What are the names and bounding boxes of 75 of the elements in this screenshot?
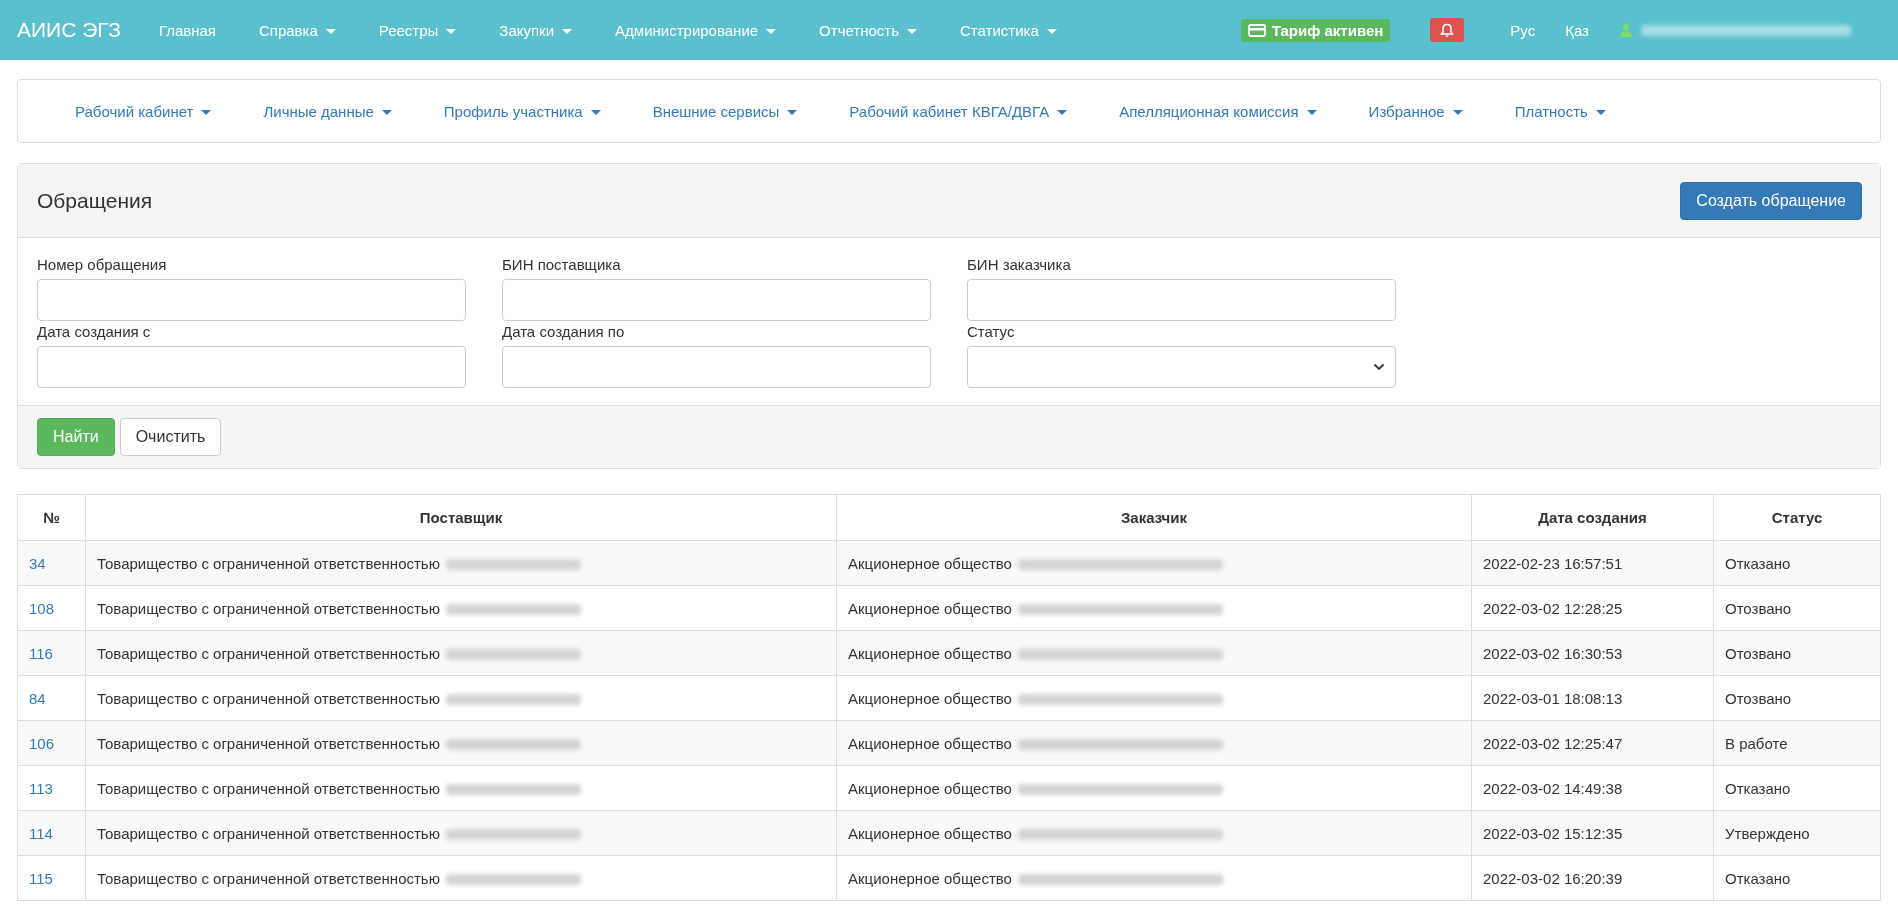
subnav-menu-item[interactable]: Внешние сервисы bbox=[652, 102, 798, 120]
subnav-menu-item[interactable]: Рабочий кабинет bbox=[75, 102, 212, 120]
table-cell: Товарищество с ограниченной ответственностью bbox=[97, 869, 440, 887]
user-icon bbox=[1619, 23, 1633, 37]
request-number-link[interactable]: 106 bbox=[29, 734, 55, 752]
panel-title: Обращения bbox=[37, 188, 153, 213]
table-cell: Товарищество с ограниченной ответственностью bbox=[97, 554, 440, 572]
subnav-menu-item[interactable]: Личные данные bbox=[263, 102, 392, 120]
table-cell: Акционерное общество bbox=[848, 869, 1012, 887]
table-cell: Отозвано bbox=[1725, 689, 1792, 707]
subnav-menu-item[interactable]: Избранное bbox=[1368, 102, 1463, 120]
request-number-link[interactable]: 84 bbox=[29, 689, 46, 707]
table-cell: Утверждено bbox=[1725, 824, 1810, 842]
table-cell: Товарищество с ограниченной ответственностью bbox=[97, 779, 440, 797]
table-cell: Товарищество с ограниченной ответственностью bbox=[97, 689, 440, 707]
table-cell: Отозвано bbox=[1725, 644, 1792, 662]
request-number-link[interactable]: 115 bbox=[29, 869, 53, 887]
chevron-down-icon bbox=[1373, 363, 1385, 371]
clear-button[interactable]: Очистить bbox=[119, 418, 222, 456]
column-header: Статус bbox=[1713, 494, 1881, 541]
column-header: Дата создания bbox=[1471, 494, 1714, 541]
status-select[interactable] bbox=[967, 346, 1396, 388]
table-cell: 2022-02-23 16:57:51 bbox=[1483, 554, 1623, 572]
subnav-menu-item[interactable]: Платность bbox=[1514, 102, 1606, 120]
field-label: БИН поставщика bbox=[502, 256, 622, 273]
field-label: БИН заказчика bbox=[967, 256, 1072, 273]
request-number-link[interactable]: 113 bbox=[29, 779, 53, 797]
request-number-link[interactable]: 34 bbox=[29, 554, 46, 572]
field-label: Дата создания по bbox=[502, 323, 626, 340]
table-cell: Акционерное общество bbox=[848, 599, 1012, 617]
input-field[interactable] bbox=[502, 346, 931, 388]
table-cell: Акционерное общество bbox=[848, 824, 1012, 842]
field-label: Номер обращения bbox=[37, 256, 168, 273]
request-number-link[interactable]: 114 bbox=[29, 824, 53, 842]
input-field[interactable] bbox=[37, 346, 466, 388]
column-header: Заказчик bbox=[836, 494, 1472, 541]
table-cell: 2022-03-02 12:25:47 bbox=[1483, 734, 1623, 752]
subnav-menu-item[interactable]: Профиль участника bbox=[443, 102, 601, 120]
subnav-menu-item[interactable]: Рабочий кабинет КВГА/ДВГА bbox=[849, 102, 1068, 120]
table-cell: В работе bbox=[1725, 734, 1788, 752]
column-header: Поставщик bbox=[85, 494, 837, 541]
table-cell: Отказано bbox=[1725, 869, 1791, 887]
tariff-badge[interactable]: Тариф активен bbox=[1240, 18, 1391, 42]
subnav-menu-item[interactable]: Апелляционная комиссия bbox=[1119, 102, 1317, 120]
table-cell: 2022-03-01 18:08:13 bbox=[1483, 689, 1623, 707]
table-cell: Акционерное общество bbox=[848, 554, 1012, 572]
field-label: Статус bbox=[967, 323, 1016, 340]
input-field[interactable] bbox=[502, 279, 931, 321]
table-cell: Акционерное общество bbox=[848, 779, 1012, 797]
table-cell: Акционерное общество bbox=[848, 689, 1012, 707]
create-request-button[interactable]: Создать обращение bbox=[1680, 181, 1862, 220]
table-cell: 2022-03-02 16:20:39 bbox=[1483, 869, 1623, 887]
table-cell: Отозвано bbox=[1725, 599, 1792, 617]
table-cell: 2022-03-02 16:30:53 bbox=[1483, 644, 1623, 662]
table-cell: Товарищество с ограниченной ответственностью bbox=[97, 734, 440, 752]
table-cell: 2022-03-02 15:12:35 bbox=[1483, 824, 1623, 842]
table-cell: Акционерное общество bbox=[848, 644, 1012, 662]
table-cell: Отказано bbox=[1725, 554, 1791, 572]
notifications-button[interactable] bbox=[1430, 18, 1465, 42]
card-icon bbox=[1247, 23, 1266, 37]
table-cell: Акционерное общество bbox=[848, 734, 1012, 752]
request-number-link[interactable]: 116 bbox=[29, 644, 53, 662]
table-cell: Товарищество с ограниченной ответственностью bbox=[97, 824, 440, 842]
table-cell: 2022-03-02 12:28:25 bbox=[1483, 599, 1623, 617]
column-header: № bbox=[17, 494, 86, 541]
input-field[interactable] bbox=[37, 279, 466, 321]
search-button[interactable]: Найти bbox=[37, 418, 115, 456]
table-cell: Товарищество с ограниченной ответственностью bbox=[97, 599, 440, 617]
table-cell: Товарищество с ограниченной ответственностью bbox=[97, 644, 440, 662]
request-number-link[interactable]: 108 bbox=[29, 599, 55, 617]
table-cell: Отказано bbox=[1725, 779, 1791, 797]
table-cell: 2022-03-02 14:49:38 bbox=[1483, 779, 1623, 797]
field-label: Дата создания с bbox=[37, 323, 152, 340]
bell-icon bbox=[1440, 22, 1455, 38]
input-field[interactable] bbox=[967, 279, 1396, 321]
